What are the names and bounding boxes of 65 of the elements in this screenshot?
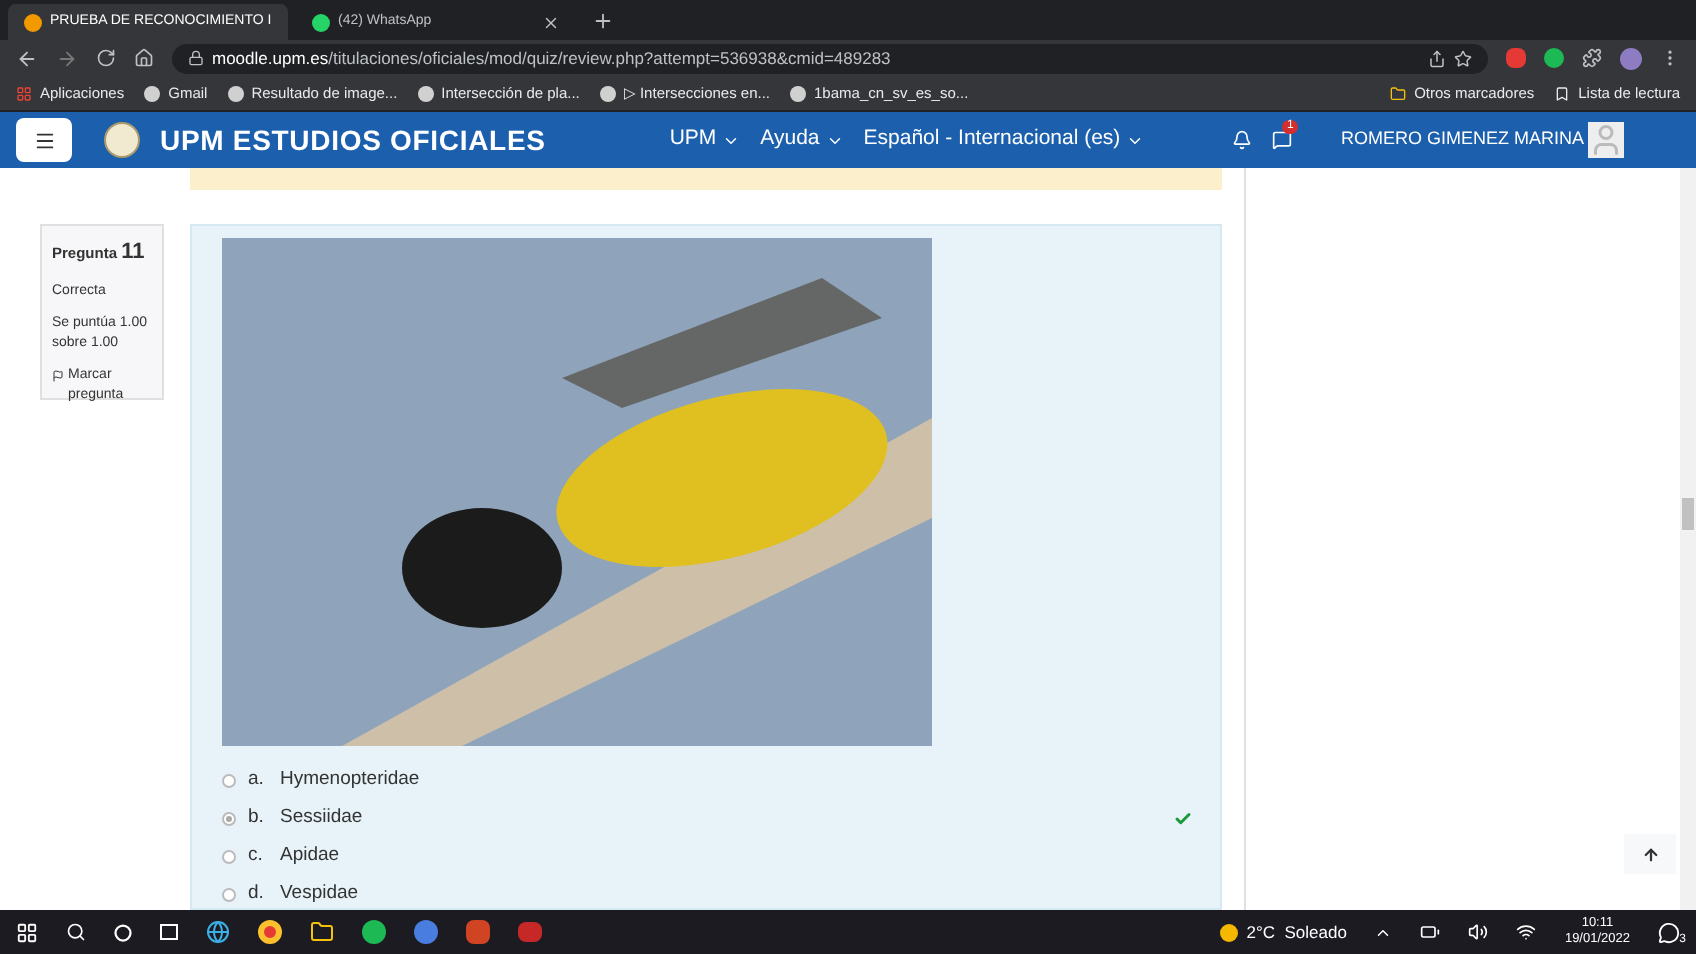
nav-menu[interactable]: Ayuda xyxy=(760,124,844,156)
notifications-icon[interactable] xyxy=(1232,130,1253,150)
battery-icon[interactable] xyxy=(1420,922,1441,942)
profile-avatar[interactable] xyxy=(1620,47,1642,69)
option-letter: a. xyxy=(248,765,266,794)
correct-check-icon xyxy=(1174,809,1192,827)
option-letter: b. xyxy=(248,803,266,832)
arrow-up-icon xyxy=(1641,845,1659,863)
browser-app-icon[interactable] xyxy=(206,920,230,944)
url-text: moodle.upm.es/titulaciones/oficiales/mod/quiz/review.php?attempt=536938&cmid=489283 xyxy=(212,45,891,71)
extensions-icon[interactable] xyxy=(1582,48,1602,68)
sun-icon xyxy=(1220,923,1239,941)
app-icon[interactable] xyxy=(414,920,438,944)
messages-icon[interactable] xyxy=(1272,130,1293,150)
answer-radio[interactable] xyxy=(222,849,236,863)
bookmark-star-icon[interactable] xyxy=(1454,49,1472,67)
nav-menu-label: Ayuda xyxy=(760,124,820,155)
answer-radio[interactable] xyxy=(222,887,236,901)
new-tab-icon[interactable] xyxy=(592,10,614,32)
presentation-app-icon[interactable] xyxy=(466,920,490,944)
site-favicon-icon xyxy=(417,85,434,101)
weather-text[interactable]: 2°C Soleado xyxy=(1246,919,1347,945)
option-text: Hymenopteridae xyxy=(280,765,420,794)
nav-menu-label: UPM xyxy=(669,124,717,155)
option-letter: d. xyxy=(248,879,266,908)
volume-icon[interactable] xyxy=(1468,922,1489,942)
folder-app-icon[interactable] xyxy=(310,920,334,944)
answer-radio[interactable] xyxy=(222,811,236,825)
home-icon[interactable] xyxy=(134,48,154,68)
share-icon[interactable] xyxy=(1428,49,1446,67)
menu-icon xyxy=(33,129,55,151)
folder-icon xyxy=(1390,85,1407,101)
site-favicon-icon xyxy=(227,85,244,101)
tab-favicon-icon xyxy=(312,13,330,31)
tab-favicon-icon xyxy=(24,13,42,31)
university-logo xyxy=(104,122,140,158)
site-favicon-icon xyxy=(599,85,616,101)
lock-icon xyxy=(188,50,204,66)
option-text: Sessiidae xyxy=(280,803,363,832)
site-favicon-icon xyxy=(144,85,161,101)
option-text: Apidae xyxy=(280,841,340,870)
start-icon[interactable] xyxy=(16,921,38,943)
menu-button[interactable] xyxy=(16,118,72,162)
notifications-center-icon[interactable] xyxy=(1658,921,1680,943)
user-name[interactable]: ROMERO GIMENEZ MARINA xyxy=(1340,126,1584,154)
recorder-app-icon[interactable] xyxy=(518,922,542,942)
search-icon[interactable] xyxy=(66,922,86,942)
site-favicon-icon xyxy=(790,85,807,101)
task-view-icon[interactable] xyxy=(160,924,178,940)
option-letter: c. xyxy=(248,841,265,870)
back-icon[interactable] xyxy=(16,47,38,69)
network-icon[interactable] xyxy=(1516,922,1537,942)
address-field[interactable]: moodle.upm.es/titulaciones/oficiales/mod/quiz/review.php?attempt=536938&cmid=489283 xyxy=(172,43,1488,73)
apps-grid-icon xyxy=(16,85,32,101)
nav-menu[interactable]: UPM xyxy=(669,124,741,156)
music-app-icon[interactable] xyxy=(362,920,386,944)
back-to-top-button[interactable] xyxy=(1624,834,1676,874)
forward-icon[interactable] xyxy=(56,47,78,69)
option-text: Vespidae xyxy=(280,879,359,908)
site-title: UPM ESTUDIOS OFICIALES xyxy=(160,121,546,159)
reload-icon[interactable] xyxy=(96,48,116,68)
reading-list-icon xyxy=(1554,85,1571,101)
flag-icon xyxy=(52,370,64,382)
close-icon[interactable] xyxy=(542,13,560,31)
answer-radio[interactable] xyxy=(222,773,236,787)
